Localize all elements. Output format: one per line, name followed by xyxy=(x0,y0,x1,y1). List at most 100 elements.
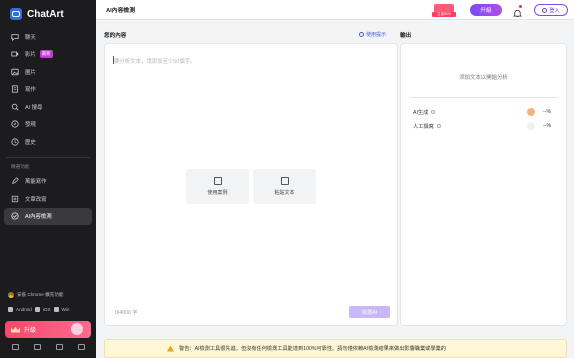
sidebar: ChatArt 聊天 影片 最新 圖片 寫作 AI 搜尋 發現 歷史 精選功能 … xyxy=(0,0,96,358)
gift-icon[interactable] xyxy=(33,344,41,350)
promo-gift[interactable]: 立省86% xyxy=(432,1,456,18)
windows-icon[interactable] xyxy=(53,307,59,312)
human-written-label: 人工撰寫 xyxy=(413,123,434,130)
detect-ai-button[interactable]: 檢測AI xyxy=(349,306,390,318)
document-icon xyxy=(11,85,19,93)
paste-text-button[interactable]: 粘貼文本 xyxy=(253,169,316,204)
output-hint: 添加文本以開始分析 xyxy=(459,75,508,81)
input-placeholder: 要分析文本，請添加至少50個字。 xyxy=(114,59,196,65)
featured-nav: 萬能寫作 文章改寫 AI內容檢測 xyxy=(0,173,96,225)
chatart-logo-icon xyxy=(10,8,22,20)
bulb-icon xyxy=(359,32,364,37)
sidebar-item-label: 發現 xyxy=(25,122,36,129)
input-section-title: 您的內容 xyxy=(104,33,127,39)
sidebar-item-ai-search[interactable]: AI 搜尋 xyxy=(4,98,92,116)
android-icon[interactable] xyxy=(8,307,13,312)
apple-icon[interactable] xyxy=(34,307,40,312)
info-icon[interactable] xyxy=(431,110,436,114)
output-divider xyxy=(411,97,557,98)
chrome-icon xyxy=(8,292,14,298)
char-count: 0/4000 字 xyxy=(115,310,138,316)
history-icon xyxy=(11,138,19,146)
sidebar-item-label: 萬能寫作 xyxy=(25,179,47,186)
chat-icon xyxy=(11,33,19,41)
compass-icon xyxy=(11,120,19,128)
sidebar-item-writer[interactable]: 萬能寫作 xyxy=(4,173,92,191)
chrome-extension-label: 安裝 Chrome 擴充功能 xyxy=(17,292,64,297)
sidebar-item-label: AI 搜尋 xyxy=(25,104,43,111)
search-icon xyxy=(11,103,19,111)
paste-text-label: 粘貼文本 xyxy=(274,190,295,196)
platform-ios[interactable]: iOS xyxy=(43,307,51,312)
page-title: AI內容檢測 xyxy=(106,8,135,14)
human-written-dot xyxy=(527,122,535,130)
rewrite-icon xyxy=(11,195,19,203)
mascot-icon xyxy=(71,323,83,335)
sidebar-item-video[interactable]: 影片 最新 xyxy=(4,46,92,64)
ai-generated-row: AI生成 --% xyxy=(413,107,559,117)
sidebar-upgrade-button[interactable]: 升級 xyxy=(5,321,91,338)
promo-tag: 立省86% xyxy=(432,12,456,17)
top-bar: AI內容檢測 立省86% 升級 登入 xyxy=(96,0,574,20)
video-icon xyxy=(11,50,19,58)
more-icon[interactable] xyxy=(77,344,85,350)
mail-icon[interactable] xyxy=(55,344,63,350)
output-panel: 添加文本以開始分析 AI生成 --% 人工撰寫 --% xyxy=(400,43,567,326)
notification-bell[interactable] xyxy=(512,5,523,18)
human-written-row: 人工撰寫 --% xyxy=(413,121,559,131)
login-button[interactable]: 登入 xyxy=(534,4,568,16)
sidebar-upgrade-label: 升級 xyxy=(24,328,37,334)
sample-doc-icon xyxy=(213,177,222,185)
output-section-title: 輸出 xyxy=(400,33,412,39)
sidebar-bottom-toolbar xyxy=(0,344,96,350)
copy-icon xyxy=(280,177,289,185)
sidebar-item-label: 歷史 xyxy=(25,139,36,146)
pen-icon xyxy=(11,177,19,185)
warning-banner: 警告：AI檢測工具很先進，但沒有任何檢測工具能達到100%可靠性。請勿僅依賴AI… xyxy=(104,339,567,358)
crown-icon xyxy=(11,326,20,333)
image-icon xyxy=(11,68,19,76)
notification-dot xyxy=(519,5,522,8)
info-icon[interactable] xyxy=(436,124,441,128)
warning-icon xyxy=(167,345,174,352)
chrome-extension-link[interactable]: 安裝 Chrome 擴充功能 xyxy=(8,292,63,298)
sidebar-item-label: 影片 xyxy=(25,52,36,59)
user-icon xyxy=(542,7,548,13)
bell-icon xyxy=(512,9,523,18)
use-sample-label: 使用案例 xyxy=(207,190,228,196)
platform-android[interactable]: Android xyxy=(16,307,32,312)
usage-tips-label: 使用提示 xyxy=(366,32,387,38)
sidebar-item-label: 聊天 xyxy=(25,34,36,41)
sidebar-item-rewrite[interactable]: 文章改寫 xyxy=(4,190,92,208)
ai-generated-percent: --% xyxy=(543,109,552,115)
sidebar-item-label: AI內容檢測 xyxy=(25,214,52,221)
sidebar-item-ai-detector[interactable]: AI內容檢測 xyxy=(4,207,92,225)
ai-generated-dot xyxy=(527,108,535,116)
sidebar-divider xyxy=(6,156,90,158)
sidebar-item-image[interactable]: 圖片 xyxy=(4,63,92,81)
sidebar-item-discover[interactable]: 發現 xyxy=(4,116,92,134)
brand-name: ChatArt xyxy=(27,8,64,20)
use-sample-button[interactable]: 使用案例 xyxy=(186,169,249,204)
sidebar-item-label: 文章改寫 xyxy=(25,196,47,203)
warning-text: 警告：AI檢測工具很先進，但沒有任何檢測工具能達到100%可靠性。請勿僅依賴AI… xyxy=(179,346,446,352)
home-icon[interactable] xyxy=(11,344,19,350)
ai-detect-icon xyxy=(11,212,19,220)
login-label: 登入 xyxy=(549,7,560,14)
ai-generated-label: AI生成 xyxy=(413,109,429,116)
sidebar-item-label: 圖片 xyxy=(25,69,36,76)
sidebar-item-label: 寫作 xyxy=(25,87,36,94)
human-written-percent: --% xyxy=(543,123,552,129)
text-input-area[interactable]: 要分析文本，請添加至少50個字。 使用案例 粘貼文本 0/4000 字 檢測AI xyxy=(104,43,398,326)
platform-win[interactable]: Win xyxy=(62,307,70,312)
brand[interactable]: ChatArt xyxy=(0,0,96,28)
featured-section-label: 精選功能 xyxy=(11,163,30,169)
new-badge: 最新 xyxy=(39,50,53,59)
platform-links: Android iOS Win xyxy=(8,307,69,312)
usage-tips-link[interactable]: 使用提示 xyxy=(359,31,386,38)
sidebar-item-chat[interactable]: 聊天 xyxy=(4,28,92,46)
upgrade-button[interactable]: 升級 xyxy=(470,4,502,16)
main-nav: 聊天 影片 最新 圖片 寫作 AI 搜尋 發現 歷史 xyxy=(0,28,96,151)
sidebar-item-history[interactable]: 歷史 xyxy=(4,133,92,151)
sidebar-item-writing[interactable]: 寫作 xyxy=(4,81,92,99)
